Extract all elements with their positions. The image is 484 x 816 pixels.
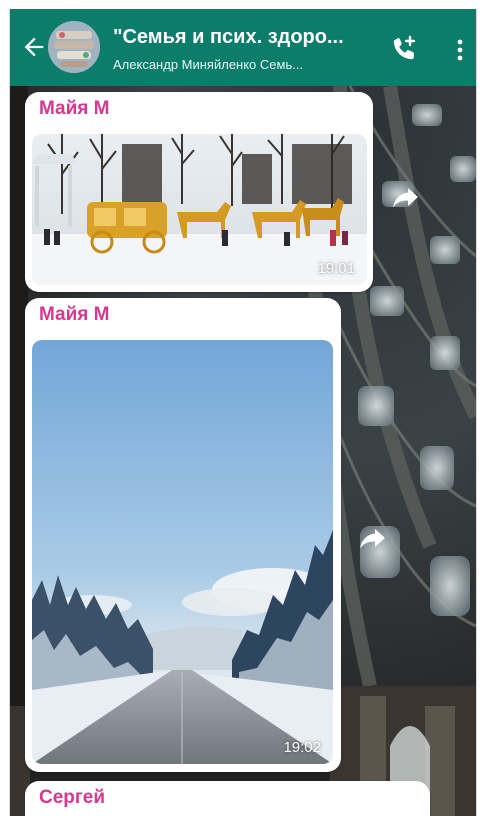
photo-golden-carriage[interactable]: 19:01: [32, 134, 367, 285]
photo-snowy-road[interactable]: 19:02: [32, 340, 333, 764]
back-arrow-icon[interactable]: [20, 33, 48, 61]
group-avatar[interactable]: [48, 21, 100, 73]
more-vert-icon[interactable]: [448, 35, 472, 65]
message-bubble-image[interactable]: Майя М: [25, 298, 341, 772]
chat-header: "Семья и псих. здоро... Александр Миняйл…: [10, 9, 476, 86]
sender-name[interactable]: Майя М: [39, 98, 110, 120]
message-time: 19:01: [317, 260, 355, 277]
chat-title[interactable]: "Семья и псих. здоро...: [113, 26, 383, 49]
forward-icon[interactable]: [388, 179, 422, 213]
sender-name[interactable]: Майя М: [39, 304, 110, 326]
chat-screen: "Семья и псих. здоро... Александр Миняйл…: [9, 9, 477, 816]
sender-name[interactable]: Сергей: [39, 787, 105, 809]
message-bubble[interactable]: Сергей: [25, 781, 430, 816]
chat-participants[interactable]: Александр Миняйленко Семь...: [113, 57, 375, 72]
message-time: 19:02: [283, 739, 321, 756]
add-call-icon[interactable]: [390, 34, 420, 64]
message-bubble-image[interactable]: Майя М: [25, 92, 373, 292]
forward-icon[interactable]: [355, 520, 389, 554]
